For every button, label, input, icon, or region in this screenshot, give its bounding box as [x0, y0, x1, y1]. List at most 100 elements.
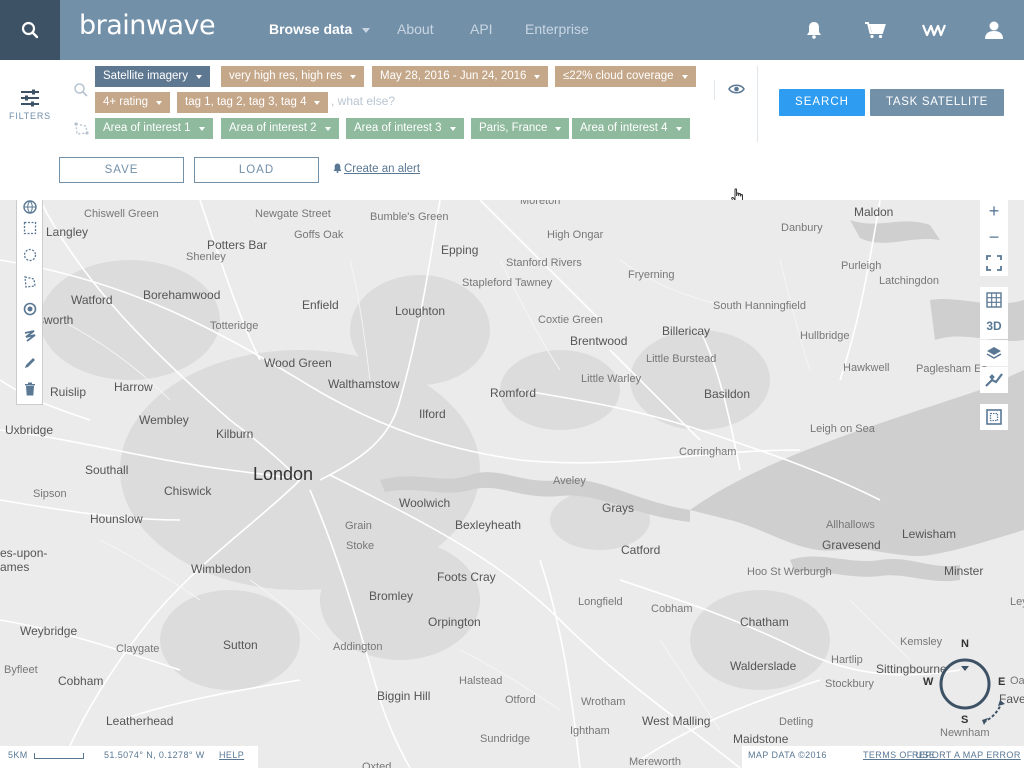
cart-button[interactable]	[863, 18, 887, 42]
place-label: Detling	[779, 716, 814, 728]
chip-area-4[interactable]: Area of interest 4	[572, 118, 690, 139]
fullscreen-button[interactable]	[980, 250, 1008, 276]
draw-circle-tool[interactable]	[21, 246, 39, 264]
report-map-error-link[interactable]: REPORT A MAP ERROR	[912, 750, 1021, 760]
place-label: Oa	[1010, 675, 1024, 687]
place-label: es-upon-	[0, 546, 48, 560]
compass-rose[interactable]: N E S W	[922, 638, 1012, 730]
place-label: Grain	[345, 520, 372, 532]
grid-icon	[986, 292, 1002, 308]
place-label: Wimbledon	[191, 562, 252, 576]
eye-icon[interactable]	[728, 83, 745, 95]
polygon-area-icon	[74, 122, 89, 135]
draw-line-tool[interactable]	[21, 327, 39, 345]
chip-area-3[interactable]: Area of interest 3	[346, 118, 464, 139]
draw-toolbar	[16, 200, 43, 405]
nav-api[interactable]: API	[470, 21, 493, 37]
measure-button[interactable]	[980, 404, 1008, 430]
satellite-button[interactable]	[980, 367, 1008, 393]
place-label: Ruislip	[50, 385, 87, 399]
sliders-icon	[21, 89, 39, 107]
wave-menu-button[interactable]	[922, 18, 946, 42]
place-label: Borehamwood	[143, 288, 221, 302]
place-label: Otford	[505, 694, 536, 706]
3d-button[interactable]: 3D	[980, 313, 1008, 339]
chip-rating[interactable]: 4+ rating	[95, 92, 171, 113]
place-label: Newgate Street	[255, 208, 331, 220]
account-button[interactable]	[982, 18, 1006, 42]
nav-enterprise[interactable]: Enterprise	[525, 21, 589, 37]
coordinates-readout: 51.5074° N, 0.1278° W	[104, 750, 205, 760]
brainwave-logo[interactable]: brainwave	[79, 10, 216, 41]
place-label: Wrotham	[581, 696, 626, 708]
nav-about[interactable]: About	[397, 21, 434, 37]
nav-browse-data-label: Browse data	[269, 21, 353, 37]
zoom-in-label: +	[988, 200, 1000, 221]
chip-cloud-coverage[interactable]: ≤22% cloud coverage	[555, 66, 696, 87]
place-label: Leigh on Sea	[810, 423, 875, 435]
chip-area-1[interactable]: Area of interest 1	[95, 118, 213, 139]
footer-right-panel: MAP DATA ©2016 TERMS OF USE REPORT A MAP…	[742, 746, 1024, 768]
nav-browse-data[interactable]: Browse data	[269, 21, 371, 37]
map-canvas[interactable]: London Chiswell Green Langley Potters Bar Ne…	[0, 200, 1024, 768]
bell-icon	[333, 163, 342, 173]
create-alert-link[interactable]: Create an alert	[333, 163, 420, 175]
global-search-button[interactable]	[0, 0, 60, 60]
map-data-attribution: MAP DATA ©2016	[748, 750, 827, 760]
edit-tool[interactable]	[21, 354, 39, 372]
chip-paris[interactable]: Paris, France	[471, 118, 570, 139]
task-satellite-button[interactable]: TASK SATELLITE	[870, 89, 1004, 116]
place-label: Biggin Hill	[377, 689, 431, 703]
place-label: Southall	[85, 463, 129, 477]
zoom-out-button[interactable]: −	[980, 224, 1008, 250]
place-label: Shenley	[186, 251, 226, 263]
zoom-in-button[interactable]: +	[980, 200, 1008, 224]
help-link[interactable]: HELP	[219, 750, 244, 760]
place-label: Catford	[621, 543, 661, 557]
chip-resolution[interactable]: very high res, high res	[221, 66, 365, 87]
filters-label: FILTERS	[9, 111, 51, 121]
divider	[714, 80, 715, 100]
what-else-input[interactable]: , what else?	[331, 94, 395, 108]
place-label: Addington	[333, 641, 383, 653]
chip-data-type[interactable]: Satellite imagery	[95, 66, 211, 87]
load-button[interactable]: LOAD	[194, 157, 319, 183]
grid-button[interactable]	[980, 287, 1008, 313]
trash-icon	[25, 382, 35, 396]
dashed-rectangle-icon	[23, 221, 37, 235]
place-label: West Malling	[642, 714, 711, 728]
layers-button[interactable]	[980, 340, 1008, 366]
place-label: Romford	[490, 386, 537, 400]
save-button[interactable]: SAVE	[59, 157, 184, 183]
place-label: Stanford Rivers	[506, 257, 582, 269]
place-label: Minster	[944, 564, 984, 578]
filters-toggle-button[interactable]: FILTERS	[0, 60, 60, 150]
place-label: Sipson	[33, 488, 67, 500]
draw-polygon-tool[interactable]	[21, 273, 39, 291]
place-label: Cobham	[58, 674, 104, 688]
place-label: Maidstone	[733, 732, 789, 746]
chip-tags[interactable]: tag 1, tag 2, tag 3, tag 4	[177, 92, 329, 113]
dashed-polygon-icon	[24, 276, 36, 288]
place-label: Epping	[441, 243, 479, 257]
footer-left-panel: 5KM 51.5074° N, 0.1278° W HELP	[0, 746, 258, 768]
place-label: Walthamstow	[328, 377, 400, 391]
draw-rectangle-tool[interactable]	[21, 219, 39, 237]
notifications-button[interactable]	[802, 18, 826, 42]
place-label: Wood Green	[264, 356, 332, 370]
user-icon	[985, 21, 1003, 39]
place-label: Stoke	[346, 540, 375, 552]
draw-point-tool[interactable]	[21, 300, 39, 318]
place-label: Stapleford Tawney	[462, 277, 553, 289]
delete-tool[interactable]	[21, 380, 39, 398]
place-label: Lewisham	[902, 527, 957, 541]
search-button[interactable]: SEARCH	[779, 89, 865, 116]
chip-date-range[interactable]: May 28, 2016 - Jun 24, 2016	[372, 66, 549, 87]
chip-area-2[interactable]: Area of interest 2	[221, 118, 339, 139]
place-label: Hounslow	[90, 512, 143, 526]
place-label: Billericay	[662, 324, 711, 338]
draw-globe-tool[interactable]	[21, 200, 39, 216]
place-label: Foots Cray	[437, 570, 496, 584]
place-label: sworth	[38, 313, 74, 327]
place-label: Walderslade	[730, 659, 797, 673]
